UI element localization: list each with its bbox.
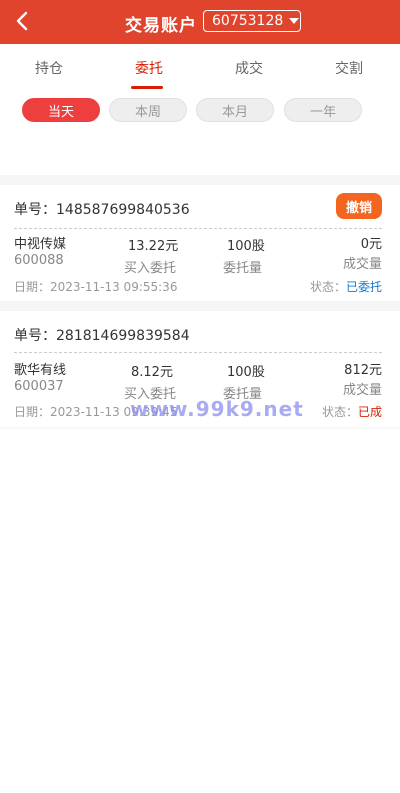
stock-name: 歌华有线: [14, 363, 67, 378]
chip-month[interactable]: 本月: [196, 98, 274, 122]
section-gap: [0, 175, 400, 185]
order-price: 8.12元: [131, 365, 173, 380]
order-status-value: 已成: [357, 405, 382, 419]
order-quantity: 100股: [227, 365, 265, 380]
caret-down-icon: [289, 18, 300, 24]
order-status-label: 状态：: [309, 280, 346, 294]
order-number: 单号：148587699840536: [14, 202, 190, 218]
stock-name: 中视传媒: [14, 237, 67, 252]
order-status: 状态：已委托: [310, 278, 382, 295]
divider: [14, 228, 382, 229]
header-bar: 交易账户 60753128: [0, 0, 400, 44]
cancel-order-button[interactable]: 撤销: [336, 193, 382, 219]
filled-amount-label: 成交量: [342, 383, 382, 398]
order-date: 日期：2023-11-13 09:55:36: [14, 280, 178, 294]
period-filter: 当天 本周 本月 一年: [0, 98, 400, 124]
section-gap: [0, 301, 400, 311]
order-status: 状态：已成: [322, 403, 382, 420]
back-arrow-icon[interactable]: [12, 10, 34, 32]
tab-settlement[interactable]: 交割: [335, 58, 363, 78]
stock-code: 600037: [14, 379, 64, 394]
stock-code: 600088: [14, 253, 64, 268]
tab-deals[interactable]: 成交: [235, 58, 263, 78]
watermark-text: www.99k9.net: [130, 397, 304, 421]
tab-orders[interactable]: 委托: [135, 58, 163, 78]
order-status-value: 已委托: [345, 280, 382, 294]
active-tab-indicator: [131, 86, 163, 89]
order-quantity-label: 委托量: [223, 261, 263, 276]
order-card: 单号：148587699840536 撤销 中视传媒 600088 13.22元…: [0, 185, 400, 301]
tab-positions[interactable]: 持仓: [35, 58, 63, 78]
filled-amount-label: 成交量: [342, 257, 382, 272]
account-number: 60753128: [212, 13, 284, 29]
filled-amount: 812元: [344, 363, 382, 378]
chip-week[interactable]: 本周: [109, 98, 187, 122]
order-number: 单号：281814699839584: [14, 328, 190, 344]
chip-today[interactable]: 当天: [22, 98, 100, 122]
order-price-label: 买入委托: [124, 261, 177, 276]
order-status-label: 状态：: [321, 405, 358, 419]
page-title: 交易账户: [125, 16, 197, 36]
tab-bar: 持仓 委托 成交 交割: [0, 44, 400, 90]
order-quantity: 100股: [227, 239, 265, 254]
chip-year[interactable]: 一年: [284, 98, 362, 122]
divider: [14, 352, 382, 353]
order-price: 13.22元: [128, 239, 179, 254]
filled-amount: 0元: [360, 237, 382, 252]
account-selector[interactable]: 60753128: [203, 10, 301, 32]
